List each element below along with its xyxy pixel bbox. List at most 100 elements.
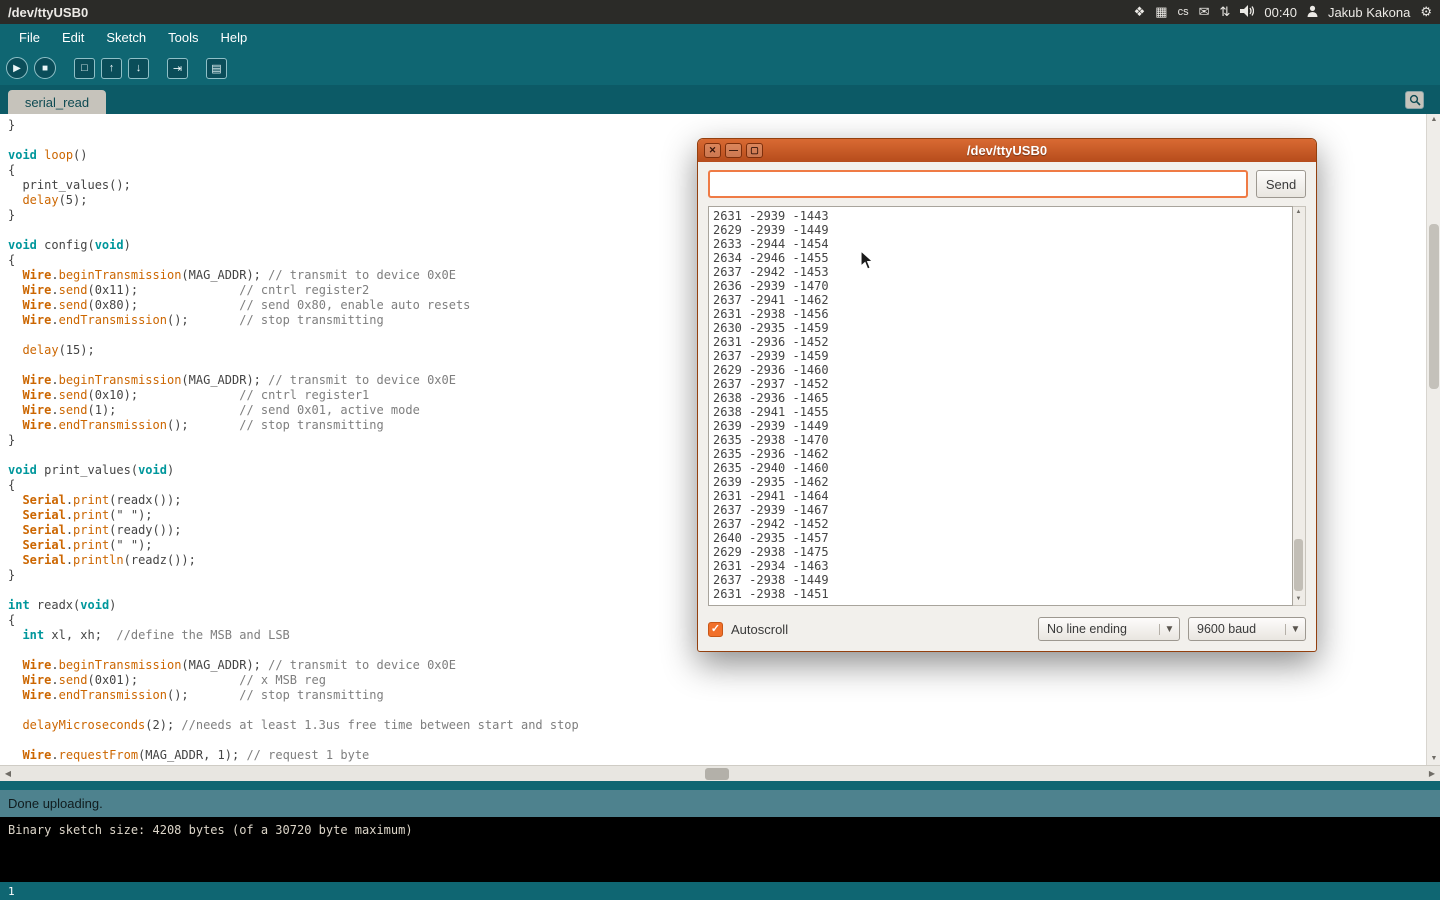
serial-line: 2631 -2936 -1452 (713, 335, 1288, 349)
serial-monitor-window: /dev/ttyUSB0 ✕ — ▢ Send 2631 -2939 -1443… (697, 138, 1317, 652)
user-name-label[interactable]: Jakub Kakona (1328, 5, 1410, 20)
serial-monitor-title: /dev/ttyUSB0 (698, 143, 1316, 158)
volume-icon[interactable] (1240, 5, 1254, 20)
serial-monitor-controls: ✓ Autoscroll No line ending ▼ 9600 baud … (708, 614, 1306, 644)
baud-rate-value: 9600 baud (1189, 622, 1285, 636)
maximize-button[interactable]: ▢ (746, 143, 763, 158)
code-line: Wire.beginTransmission(MAG_ADDR); // tra… (8, 658, 1426, 673)
serial-line: 2637 -2939 -1459 (713, 349, 1288, 363)
serial-scrollbar[interactable]: ▲ ▼ (1293, 206, 1306, 606)
serial-line: 2631 -2938 -1451 (713, 587, 1288, 601)
verify-button[interactable]: ▶ (6, 57, 28, 79)
window-title: /dev/ttyUSB0 (8, 5, 88, 20)
line-number-bar: 1 (0, 882, 1440, 900)
code-line: Wire.requestFrom(MAG_ADDR, 1); // reques… (8, 748, 1426, 763)
magnifier-icon (1409, 94, 1421, 106)
tab-strip: serial_read (0, 85, 1440, 114)
serial-line: 2638 -2941 -1455 (713, 405, 1288, 419)
scroll-right-arrow[interactable]: ▶ (1424, 766, 1440, 782)
code-line: Wire.send(0x01); // x MSB reg (8, 673, 1426, 688)
chevron-down-icon: ▼ (1285, 624, 1305, 635)
ide-background-band (0, 781, 1440, 790)
code-line: delayMicroseconds(2); //needs at least 1… (8, 718, 1426, 733)
serial-monitor-button[interactable] (1405, 91, 1424, 109)
tab-serial-read[interactable]: serial_read (8, 90, 106, 114)
indicator-icon[interactable]: ❖ (1134, 4, 1146, 20)
line-number: 1 (8, 885, 15, 898)
close-button[interactable]: ✕ (704, 143, 721, 158)
menu-sketch[interactable]: Sketch (97, 26, 155, 49)
toolbar: ▶ ■ □ ↑ ↓ ⇥ ▤ (0, 51, 1440, 85)
serial-line: 2633 -2944 -1454 (713, 237, 1288, 251)
autoscroll-label: Autoscroll (731, 622, 788, 637)
editor-vertical-scrollbar[interactable]: ▲ ▼ (1426, 114, 1440, 765)
send-button[interactable]: Send (1256, 170, 1306, 198)
serial-line: 2639 -2939 -1449 (713, 419, 1288, 433)
keyboard-icon[interactable]: ▦ (1155, 4, 1167, 20)
stop-button[interactable]: ■ (34, 57, 56, 79)
serial-line: 2637 -2939 -1467 (713, 503, 1288, 517)
serial-line: 2635 -2938 -1470 (713, 433, 1288, 447)
line-ending-dropdown[interactable]: No line ending ▼ (1038, 617, 1180, 641)
console-output: Binary sketch size: 4208 bytes (of a 307… (0, 817, 1440, 882)
serial-line: 2629 -2936 -1460 (713, 363, 1288, 377)
code-line: Wire.endTransmission(); // stop transmit… (8, 688, 1426, 703)
serial-line: 2631 -2934 -1463 (713, 559, 1288, 573)
status-text: Done uploading. (8, 796, 103, 811)
scroll-up-arrow[interactable]: ▲ (1293, 207, 1304, 218)
serial-line: 2637 -2942 -1452 (713, 517, 1288, 531)
save-button[interactable]: ↓ (128, 58, 149, 79)
network-icon[interactable]: ⇅ (1219, 4, 1230, 20)
scroll-down-arrow[interactable]: ▼ (1293, 594, 1304, 605)
menu-tools[interactable]: Tools (159, 26, 207, 49)
serial-line: 2637 -2937 -1452 (713, 377, 1288, 391)
serial-line: 2637 -2938 -1449 (713, 573, 1288, 587)
console-text: Binary sketch size: 4208 bytes (of a 307… (8, 823, 413, 837)
serial-input[interactable] (708, 170, 1248, 198)
mail-icon[interactable]: ✉ (1199, 4, 1210, 20)
autoscroll-checkbox[interactable]: ✓ (708, 622, 723, 637)
scroll-thumb[interactable] (705, 768, 729, 780)
baud-rate-dropdown[interactable]: 9600 baud ▼ (1188, 617, 1306, 641)
scroll-thumb[interactable] (1294, 539, 1303, 591)
serial-line: 2638 -2936 -1465 (713, 391, 1288, 405)
code-line (8, 733, 1426, 748)
user-icon (1307, 5, 1318, 20)
menu-edit[interactable]: Edit (53, 26, 93, 49)
code-line (8, 703, 1426, 718)
line-ending-value: No line ending (1039, 622, 1159, 636)
scroll-thumb[interactable] (1429, 224, 1439, 389)
code-line: } (8, 118, 1426, 133)
serial-line: 2637 -2941 -1462 (713, 293, 1288, 307)
chevron-down-icon: ▼ (1159, 624, 1179, 635)
serial-line: 2631 -2941 -1464 (713, 489, 1288, 503)
serial-line: 2631 -2938 -1456 (713, 307, 1288, 321)
serial-line: 2640 -2935 -1457 (713, 531, 1288, 545)
serial-line: 2636 -2939 -1470 (713, 279, 1288, 293)
serial-monitor-body: Send 2631 -2939 -14432629 -2939 -1449263… (698, 162, 1316, 652)
menu-file[interactable]: File (10, 26, 49, 49)
serial-line: 2637 -2942 -1453 (713, 265, 1288, 279)
clipboard-button[interactable]: ▤ (206, 58, 227, 79)
serial-line: 2639 -2935 -1462 (713, 475, 1288, 489)
keyboard-layout-label[interactable]: cs (1178, 6, 1189, 18)
desktop-top-bar: /dev/ttyUSB0 ❖ ▦ cs ✉ ⇅ 00:40 Jakub Kako… (0, 0, 1440, 24)
serial-line: 2629 -2938 -1475 (713, 545, 1288, 559)
minimize-button[interactable]: — (725, 143, 742, 158)
scroll-up-arrow[interactable]: ▲ (1427, 114, 1440, 126)
editor-horizontal-scrollbar[interactable]: ◀ ▶ (0, 765, 1440, 781)
open-button[interactable]: ↑ (101, 58, 122, 79)
send-row: Send (708, 170, 1306, 198)
serial-line: 2634 -2946 -1455 (713, 251, 1288, 265)
clock-label[interactable]: 00:40 (1264, 5, 1297, 20)
gear-icon[interactable]: ⚙ (1420, 4, 1432, 20)
menu-help[interactable]: Help (211, 26, 256, 49)
upload-button[interactable]: ⇥ (167, 58, 188, 79)
scroll-down-arrow[interactable]: ▼ (1427, 753, 1440, 765)
serial-monitor-titlebar[interactable]: /dev/ttyUSB0 ✕ — ▢ (698, 139, 1316, 162)
serial-line: 2635 -2940 -1460 (713, 461, 1288, 475)
serial-output-wrap: 2631 -2939 -14432629 -2939 -14492633 -29… (708, 206, 1306, 606)
new-button[interactable]: □ (74, 58, 95, 79)
serial-output[interactable]: 2631 -2939 -14432629 -2939 -14492633 -29… (708, 206, 1293, 606)
scroll-left-arrow[interactable]: ◀ (0, 766, 16, 782)
